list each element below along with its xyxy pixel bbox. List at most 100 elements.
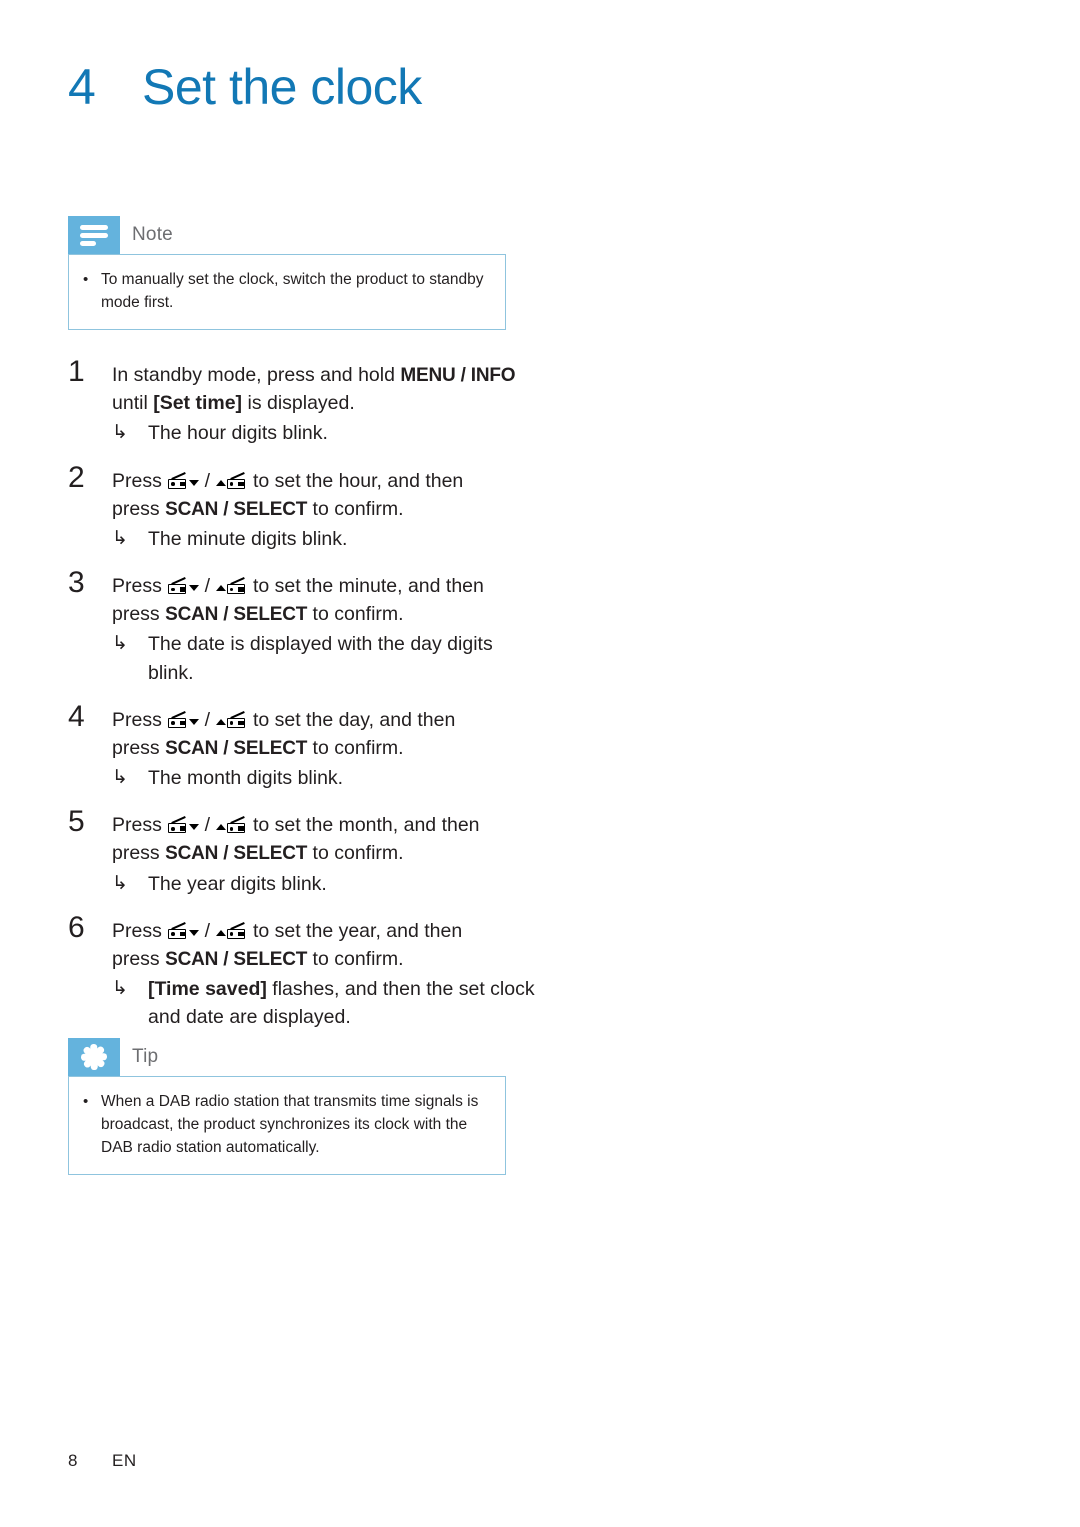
note-callout-body: • To manually set the clock, switch the p… (68, 254, 506, 330)
procedure-step: 5 Press / to set the month, and then press… (68, 806, 538, 898)
note-lines-icon (80, 224, 108, 246)
result-arrow-icon: ↳ (112, 767, 128, 789)
radio-glyph-icon (168, 577, 188, 595)
triangle-down-icon (189, 479, 200, 486)
preset-down-icon (167, 575, 200, 597)
step-number: 2 (68, 460, 85, 494)
procedure-step: 2 Press / to set the hour, and then press … (68, 460, 538, 554)
chapter-number: 4 (68, 59, 96, 115)
tip-callout-body: • When a DAB radio station that transmits… (68, 1076, 506, 1175)
tip-callout-header: Tip (68, 1038, 506, 1076)
preset-up-icon (215, 814, 248, 836)
preset-down-icon (167, 709, 200, 731)
triangle-up-icon (215, 718, 226, 725)
result-arrow-icon: ↳ (112, 527, 128, 549)
step-number: 6 (68, 910, 85, 944)
note-callout-header: Note (68, 216, 506, 254)
step-number: 4 (68, 699, 85, 733)
page-title: 4 Set the clock (68, 62, 422, 112)
preset-up-icon (215, 470, 248, 492)
step-text-line: press SCAN / SELECT to confirm. (112, 842, 404, 865)
procedure-step: 6 Press / to set the year, and then press … (68, 910, 538, 1032)
triangle-down-icon (189, 718, 200, 725)
callout-list-item: • When a DAB radio station that transmits… (83, 1091, 489, 1160)
preset-down-icon (167, 920, 200, 942)
preset-up-icon (215, 709, 248, 731)
radio-glyph-icon (226, 471, 247, 489)
result-arrow-icon: ↳ (112, 872, 128, 894)
preset-up-icon (215, 575, 248, 597)
step-number: 5 (68, 805, 85, 839)
step-text-line: Press / to set the hour, and then (112, 469, 464, 492)
tip-callout: Tip • When a DAB radio station that trans… (68, 1038, 506, 1175)
step-result-text: The hour digits blink. (148, 422, 328, 445)
step-text-line: Press / to set the day, and then (112, 708, 456, 731)
step-number: 1 (68, 355, 85, 388)
callout-item-text: When a DAB radio station that transmits … (101, 1093, 479, 1156)
triangle-up-icon (215, 929, 226, 936)
key-label: SCAN / SELECT (165, 737, 308, 759)
step-text-line: press SCAN / SELECT to confirm. (112, 603, 404, 626)
triangle-up-icon (215, 479, 226, 486)
step-text-line: Press / to set the year, and then (112, 919, 463, 942)
key-label: SCAN / SELECT (165, 843, 308, 865)
step-number: 3 (68, 566, 85, 600)
step-result: ↳ The hour digits blink. (112, 419, 538, 447)
step-result-text: The date is displayed with the day digit… (148, 633, 493, 684)
step-text-line: press SCAN / SELECT to confirm. (112, 947, 404, 970)
step-result-text: The month digits blink. (148, 767, 344, 790)
preset-down-icon (167, 470, 200, 492)
step-result: ↳ The date is displayed with the day digi… (112, 630, 538, 686)
note-callout: Note • To manually set the clock, switch … (68, 216, 506, 330)
step-text-line: Press / to set the month, and then (112, 814, 480, 837)
page-footer: 8 EN (68, 1451, 137, 1471)
manual-page: 4 Set the clock Note • To manually set th… (0, 0, 1080, 1527)
step-text-line: press SCAN / SELECT to confirm. (112, 736, 404, 759)
procedure-steps: 1 In standby mode, press and hold MENU / … (68, 355, 538, 1045)
radio-glyph-icon (226, 577, 247, 595)
bullet-icon: • (83, 271, 89, 288)
starburst-icon (80, 1043, 108, 1071)
step-content: Press / to set the hour, and then press S… (112, 462, 538, 554)
triangle-up-icon (215, 585, 226, 592)
radio-glyph-icon (226, 710, 247, 728)
note-callout-label: Note (132, 224, 173, 245)
triangle-down-icon (189, 824, 200, 831)
chapter-title: Set the clock (142, 59, 422, 115)
step-content: Press / to set the minute, and then press… (112, 567, 538, 687)
step-result-text: [Time saved] flashes, and then the set c… (148, 978, 535, 1029)
key-label: SCAN / SELECT (165, 948, 308, 970)
tip-callout-label: Tip (132, 1046, 159, 1067)
note-icon-box (68, 216, 120, 254)
radio-glyph-icon (168, 471, 188, 489)
step-result: ↳ The minute digits blink. (112, 525, 538, 553)
step-content: Press / to set the day, and then press SC… (112, 701, 538, 793)
step-result-text: The year digits blink. (148, 872, 327, 895)
result-arrow-icon: ↳ (112, 978, 128, 1000)
step-result: ↳ [Time saved] flashes, and then the set … (112, 975, 538, 1031)
radio-glyph-icon (226, 921, 247, 939)
key-label: SCAN / SELECT (165, 604, 308, 626)
bullet-icon: • (83, 1093, 89, 1110)
triangle-down-icon (189, 585, 200, 592)
footer-language: EN (112, 1451, 137, 1470)
procedure-step: 1 In standby mode, press and hold MENU / … (68, 355, 538, 448)
step-content: In standby mode, press and hold MENU / I… (112, 356, 538, 448)
callout-item-text: To manually set the clock, switch the pr… (101, 271, 484, 311)
display-text: [Time saved] (148, 978, 267, 1001)
key-label: MENU / INFO (400, 365, 516, 386)
display-text: [Set time] (153, 392, 243, 415)
step-result-text: The minute digits blink. (148, 527, 348, 550)
step-text-line: until [Set time] is displayed. (112, 392, 355, 415)
step-text-line: press SCAN / SELECT to confirm. (112, 497, 404, 520)
step-content: Press / to set the month, and then press … (112, 806, 538, 898)
step-text-line: In standby mode, press and hold MENU / I… (112, 364, 516, 386)
preset-up-icon (215, 920, 248, 942)
procedure-step: 3 Press / to set the minute, and then pres… (68, 566, 538, 687)
triangle-up-icon (215, 824, 226, 831)
step-content: Press / to set the year, and then press S… (112, 912, 538, 1032)
tip-icon-box (68, 1038, 120, 1076)
radio-glyph-icon (168, 816, 188, 834)
result-arrow-icon: ↳ (112, 422, 128, 444)
triangle-down-icon (189, 929, 200, 936)
